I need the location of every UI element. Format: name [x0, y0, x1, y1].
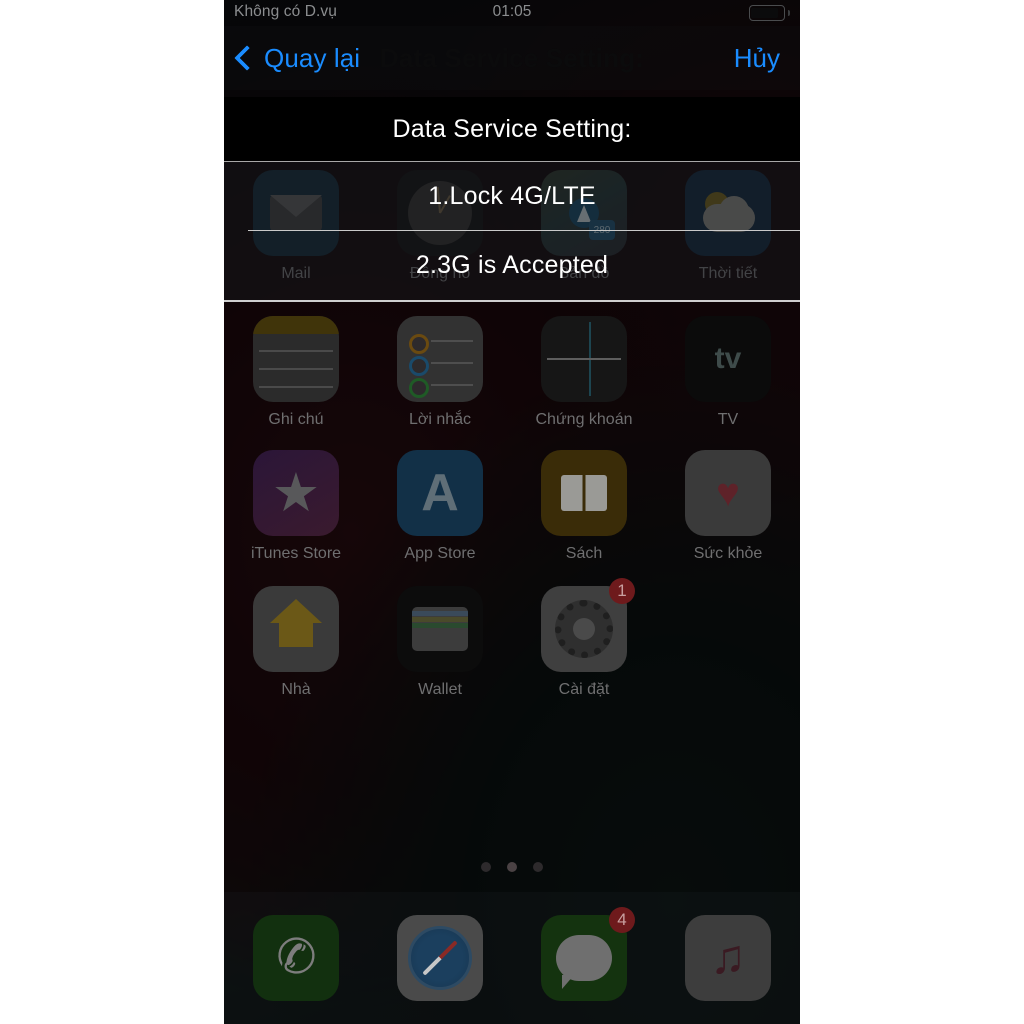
page-title: Data Service Setting:: [379, 42, 645, 73]
dock-item-messages[interactable]: 4: [512, 907, 656, 1001]
health-icon: ♥: [685, 450, 771, 536]
app-label: iTunes Store: [250, 545, 342, 562]
dock-item-music[interactable]: ♫: [656, 915, 800, 1001]
app-reminders[interactable]: Lời nhắc: [368, 316, 512, 429]
stocks-icon: [541, 316, 627, 402]
data-service-setting-dialog: Data Service Setting: 1.Lock 4G/LTE 2.3G…: [224, 97, 800, 302]
home-icon: [253, 586, 339, 672]
dock: ✆ 4 ♫: [224, 892, 800, 1024]
clock-label: 01:05: [492, 3, 532, 20]
app-itunes-store[interactable]: ★ iTunes Store: [224, 450, 368, 563]
phone-glyph: ✆: [272, 928, 320, 987]
itunes-store-icon: ★: [253, 450, 339, 536]
app-notes[interactable]: Ghi chú: [224, 316, 368, 429]
app-label: Chứng khoán: [535, 411, 633, 428]
home-row-4: Nhà Wallet 1 Cài đặt: [224, 578, 800, 699]
page-dot[interactable]: [533, 862, 543, 872]
dialog-option-lock-4g-lte[interactable]: 1.Lock 4G/LTE: [224, 162, 800, 231]
app-label: Sách: [565, 545, 603, 562]
status-badge: 4: [609, 907, 635, 933]
app-stocks[interactable]: Chứng khoán: [512, 316, 656, 429]
navigation-bar: Quay lại Data Service Setting: Hủy: [224, 26, 800, 90]
app-label: Nhà: [281, 681, 311, 698]
dock-item-safari[interactable]: [368, 915, 512, 1001]
appstore-glyph: A: [421, 464, 459, 522]
tv-icon: tv: [685, 316, 771, 402]
phone-screen: Mail Đồng hồ 280 Bản đồ Thời tiết: [224, 0, 800, 1024]
books-icon: [541, 450, 627, 536]
notes-icon: [253, 316, 339, 402]
app-label: TV: [717, 411, 739, 428]
heart-glyph: ♥: [716, 471, 740, 515]
phone-icon: ✆: [253, 915, 339, 1001]
reminders-icon: [397, 316, 483, 402]
app-books[interactable]: Sách: [512, 450, 656, 563]
app-label: Cài đặt: [558, 681, 610, 698]
dialog-title: Data Service Setting:: [224, 97, 800, 162]
tv-glyph: tv: [714, 342, 742, 375]
home-row-3: ★ iTunes Store A App Store Sách ♥ Sức kh…: [224, 450, 800, 563]
screenshot-stage: Mail Đồng hồ 280 Bản đồ Thời tiết: [0, 0, 1024, 1024]
wallet-icon: [397, 586, 483, 672]
home-row-2: Ghi chú Lời nhắc Chứng khoán tv TV: [224, 316, 800, 429]
battery-icon: [748, 5, 790, 21]
app-label: Sức khỏe: [693, 545, 763, 562]
status-bar: Không có D.vụ 01:05: [224, 0, 800, 26]
app-empty-slot: [656, 586, 800, 699]
page-dot[interactable]: [481, 862, 491, 872]
app-label: Lời nhắc: [408, 411, 472, 428]
app-label: Wallet: [418, 681, 462, 698]
status-badge: 1: [609, 578, 635, 604]
app-app-store[interactable]: A App Store: [368, 450, 512, 563]
app-wallet[interactable]: Wallet: [368, 586, 512, 699]
app-home[interactable]: Nhà: [224, 586, 368, 699]
app-store-icon: A: [397, 450, 483, 536]
dialog-bottom-divider: [224, 300, 800, 302]
app-settings[interactable]: 1 Cài đặt: [512, 578, 656, 699]
music-note-glyph: ♫: [710, 931, 746, 984]
music-icon: ♫: [685, 915, 771, 1001]
page-dot-active[interactable]: [507, 862, 517, 872]
app-health[interactable]: ♥ Sức khỏe: [656, 450, 800, 563]
dialog-option-3g-accepted[interactable]: 2.3G is Accepted: [224, 231, 800, 300]
star-glyph: ★: [271, 463, 321, 523]
cancel-button[interactable]: Hủy: [734, 43, 780, 74]
app-label: Ghi chú: [268, 411, 324, 428]
app-tv[interactable]: tv TV: [656, 316, 800, 429]
app-label: App Store: [404, 545, 476, 562]
safari-icon: [397, 915, 483, 1001]
page-dots: [224, 862, 800, 872]
dock-item-phone[interactable]: ✆: [224, 915, 368, 1001]
